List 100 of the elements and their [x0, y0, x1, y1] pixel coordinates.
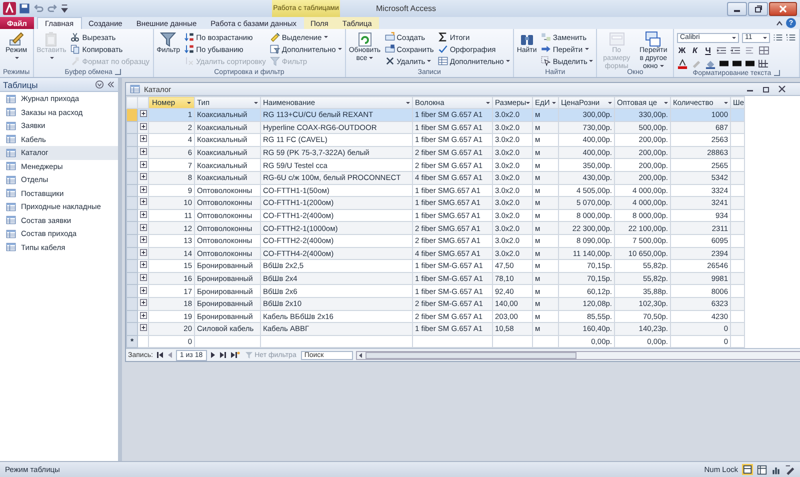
pencil-icon [8, 31, 24, 47]
dropdown-caret-icon [406, 102, 410, 104]
sigma-icon [438, 32, 448, 42]
datasheet-view-icon[interactable] [742, 464, 753, 475]
first-record-icon[interactable] [156, 351, 164, 360]
align-left-icon[interactable] [719, 59, 729, 68]
format-button[interactable]: Ж [677, 46, 687, 55]
table-icon [6, 188, 16, 198]
save-icon[interactable] [19, 3, 30, 14]
table-icon [6, 120, 16, 131]
dropdown-caret-icon [552, 102, 556, 104]
expand-icon[interactable] [140, 135, 146, 142]
dropdown-caret-icon [664, 102, 668, 104]
table-icon [6, 161, 16, 172]
expand-icon[interactable] [140, 122, 146, 130]
scissors-icon [70, 32, 80, 42]
dropdown-caret-icon [589, 60, 594, 62]
expand-icon[interactable] [140, 211, 146, 218]
expand-icon[interactable] [140, 248, 146, 256]
copy-icon [70, 44, 80, 54]
select-icon [540, 56, 551, 66]
arrow-icon [540, 44, 551, 54]
new-record-icon[interactable] [230, 351, 240, 360]
table-icon [438, 56, 448, 66]
numbered-list-icon[interactable] [786, 33, 796, 42]
expand-icon[interactable] [140, 224, 146, 231]
expand-icon[interactable] [140, 312, 146, 319]
dialog-launcher-icon[interactable] [774, 70, 780, 76]
format-button[interactable]: Ч [703, 46, 713, 55]
restore-icon[interactable] [762, 85, 770, 93]
dropdown-caret-icon [324, 36, 328, 38]
dropdown-caret-icon [506, 60, 510, 62]
replace-icon [540, 32, 551, 42]
expand-icon[interactable] [140, 198, 146, 206]
dialog-launcher-icon[interactable] [115, 69, 122, 75]
dropdown-caret-icon [526, 102, 530, 104]
table-icon [6, 107, 16, 118]
table-icon [6, 94, 16, 104]
table-icon [6, 148, 16, 158]
indent-icon[interactable] [716, 46, 727, 55]
dropdown-caret-icon [660, 65, 664, 68]
fill-color-icon[interactable] [705, 58, 716, 68]
pane-title: Таблицы [3, 80, 38, 90]
window-title: Microsoft Access [376, 4, 438, 13]
clipboard-icon [43, 31, 60, 47]
horizontal-scrollbar[interactable] [356, 350, 800, 360]
highlight-color-icon[interactable] [691, 58, 702, 68]
table-icon [6, 134, 16, 144]
gridlines-icon[interactable] [758, 46, 770, 55]
brush-icon [70, 56, 80, 66]
windows-icon [645, 31, 662, 47]
row-selector[interactable]: * [126, 335, 138, 348]
expand-icon[interactable] [140, 261, 146, 268]
font-color-icon[interactable] [677, 58, 688, 68]
dropdown-circle-icon[interactable] [95, 80, 104, 89]
save-icon [384, 44, 395, 54]
dropdown-caret-icon [584, 48, 589, 50]
expand-icon[interactable] [140, 110, 146, 118]
expand-icon[interactable] [140, 324, 146, 332]
highlighter-icon [270, 32, 280, 42]
outdent-icon[interactable] [730, 46, 741, 55]
dropdown-caret-icon [724, 102, 728, 104]
grid-icon[interactable] [758, 59, 769, 68]
expand-icon[interactable] [140, 274, 146, 282]
refresh-icon [356, 31, 373, 47]
delete-icon [384, 56, 395, 66]
expand-icon[interactable] [140, 160, 146, 168]
align-right-icon[interactable] [745, 59, 755, 68]
check-mark-icon [438, 44, 448, 54]
dropdown-caret-icon [486, 102, 490, 104]
expand-icon[interactable] [140, 236, 146, 244]
align-center-icon[interactable] [732, 59, 742, 68]
bullet-list-icon[interactable] [773, 33, 783, 42]
dropdown-caret-icon [732, 36, 736, 38]
expand-icon[interactable] [140, 186, 146, 193]
pivot-chart-icon[interactable] [771, 464, 781, 474]
expand-icon[interactable] [140, 173, 146, 180]
collapse-pane-icon[interactable] [107, 81, 115, 88]
format-button[interactable]: К [690, 46, 700, 55]
table-icon [130, 84, 140, 94]
pivot-table-icon[interactable] [757, 464, 767, 474]
next-record-icon[interactable] [210, 351, 216, 360]
filter-options-icon [270, 44, 280, 54]
expand-icon[interactable] [140, 299, 146, 306]
new-record-icon [384, 32, 395, 42]
expand-icon[interactable] [140, 148, 146, 156]
close-icon[interactable] [778, 85, 786, 93]
expand-icon[interactable] [140, 286, 146, 294]
form-icon [608, 31, 625, 47]
collapse-ribbon-icon[interactable] [776, 20, 783, 26]
dropdown-caret-icon [763, 36, 767, 38]
funnel-icon [270, 56, 280, 66]
dropdown-caret-icon [50, 57, 54, 60]
dropdown-caret-icon [187, 102, 192, 104]
customize-icon[interactable] [61, 4, 68, 13]
restore-icon[interactable] [754, 4, 762, 12]
dropdown-caret-icon [427, 60, 432, 62]
design-view-icon[interactable] [785, 464, 795, 474]
last-record-icon[interactable] [218, 351, 227, 360]
sort-ascending-icon [184, 32, 194, 42]
